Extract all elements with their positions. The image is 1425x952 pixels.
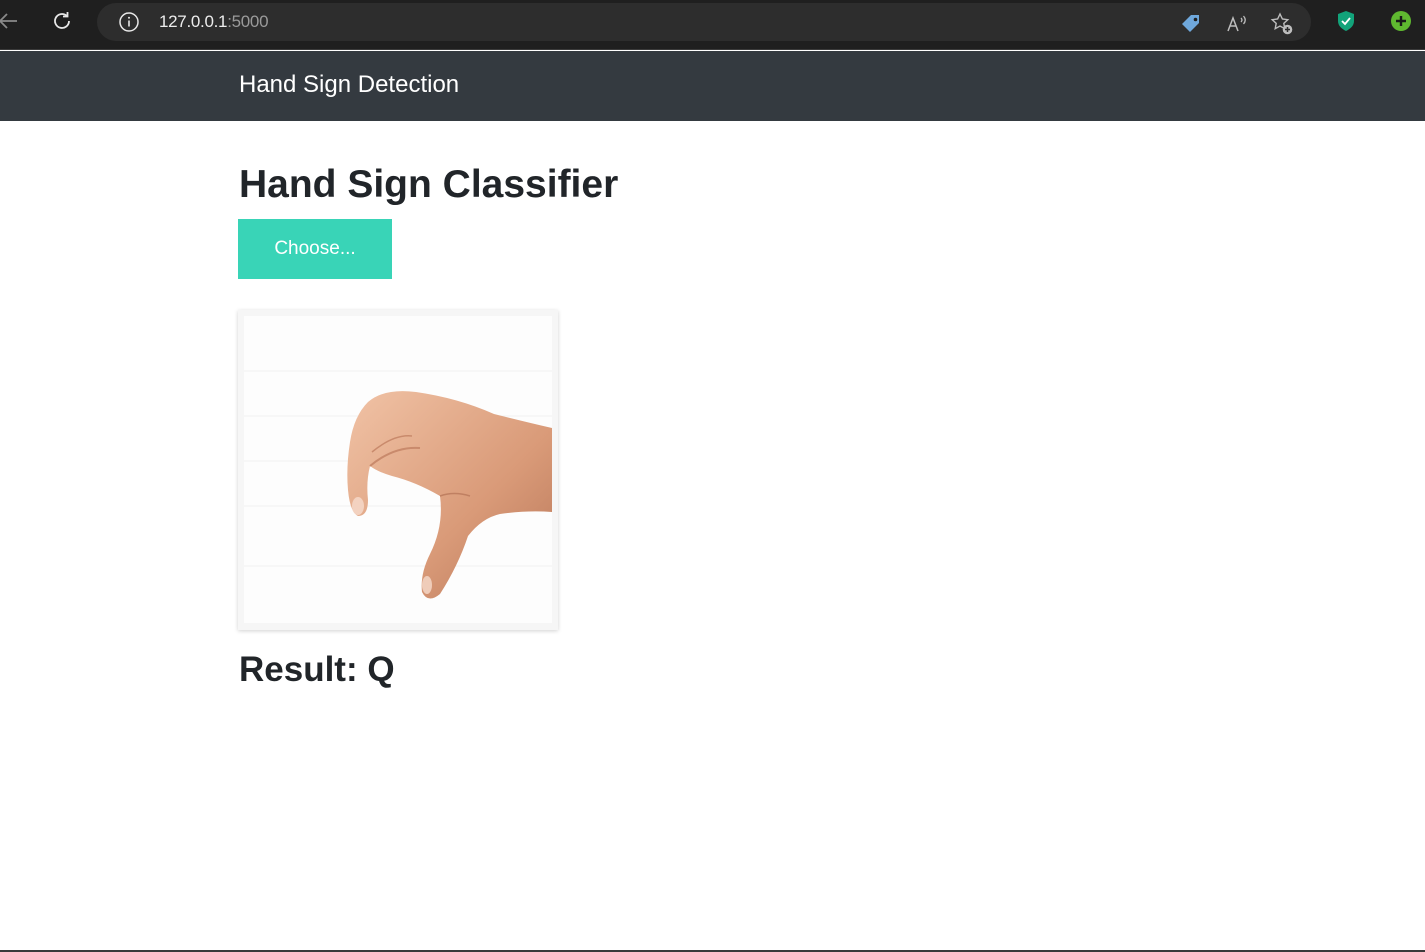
image-preview [238,310,558,630]
browser-toolbar: 127.0.0.1:5000 [0,0,1425,50]
refresh-icon[interactable] [45,8,79,34]
favorite-add-icon[interactable] [1268,10,1296,38]
navbar: Hand Sign Detection [0,51,1425,121]
hand-sign-image [244,316,552,623]
result-label: Result: [239,650,358,689]
url-port: :5000 [227,12,269,31]
info-icon[interactable] [118,11,140,38]
choose-file-button[interactable]: Choose... [238,219,392,279]
navbar-brand[interactable]: Hand Sign Detection [239,71,459,99]
url-host: 127.0.0.1 [159,12,228,31]
add-extension-icon[interactable] [1387,7,1415,35]
price-tag-icon[interactable] [1177,10,1205,38]
address-bar[interactable]: 127.0.0.1:5000 [97,3,1311,41]
result-value: Q [367,650,395,689]
page-title: Hand Sign Classifier [239,163,619,206]
url-text[interactable]: 127.0.0.1:5000 [159,12,269,32]
back-arrow-icon[interactable] [0,8,26,34]
shield-extension-icon[interactable] [1332,7,1360,35]
result-heading: Result: Q [239,650,395,690]
read-aloud-icon[interactable] [1223,10,1251,38]
